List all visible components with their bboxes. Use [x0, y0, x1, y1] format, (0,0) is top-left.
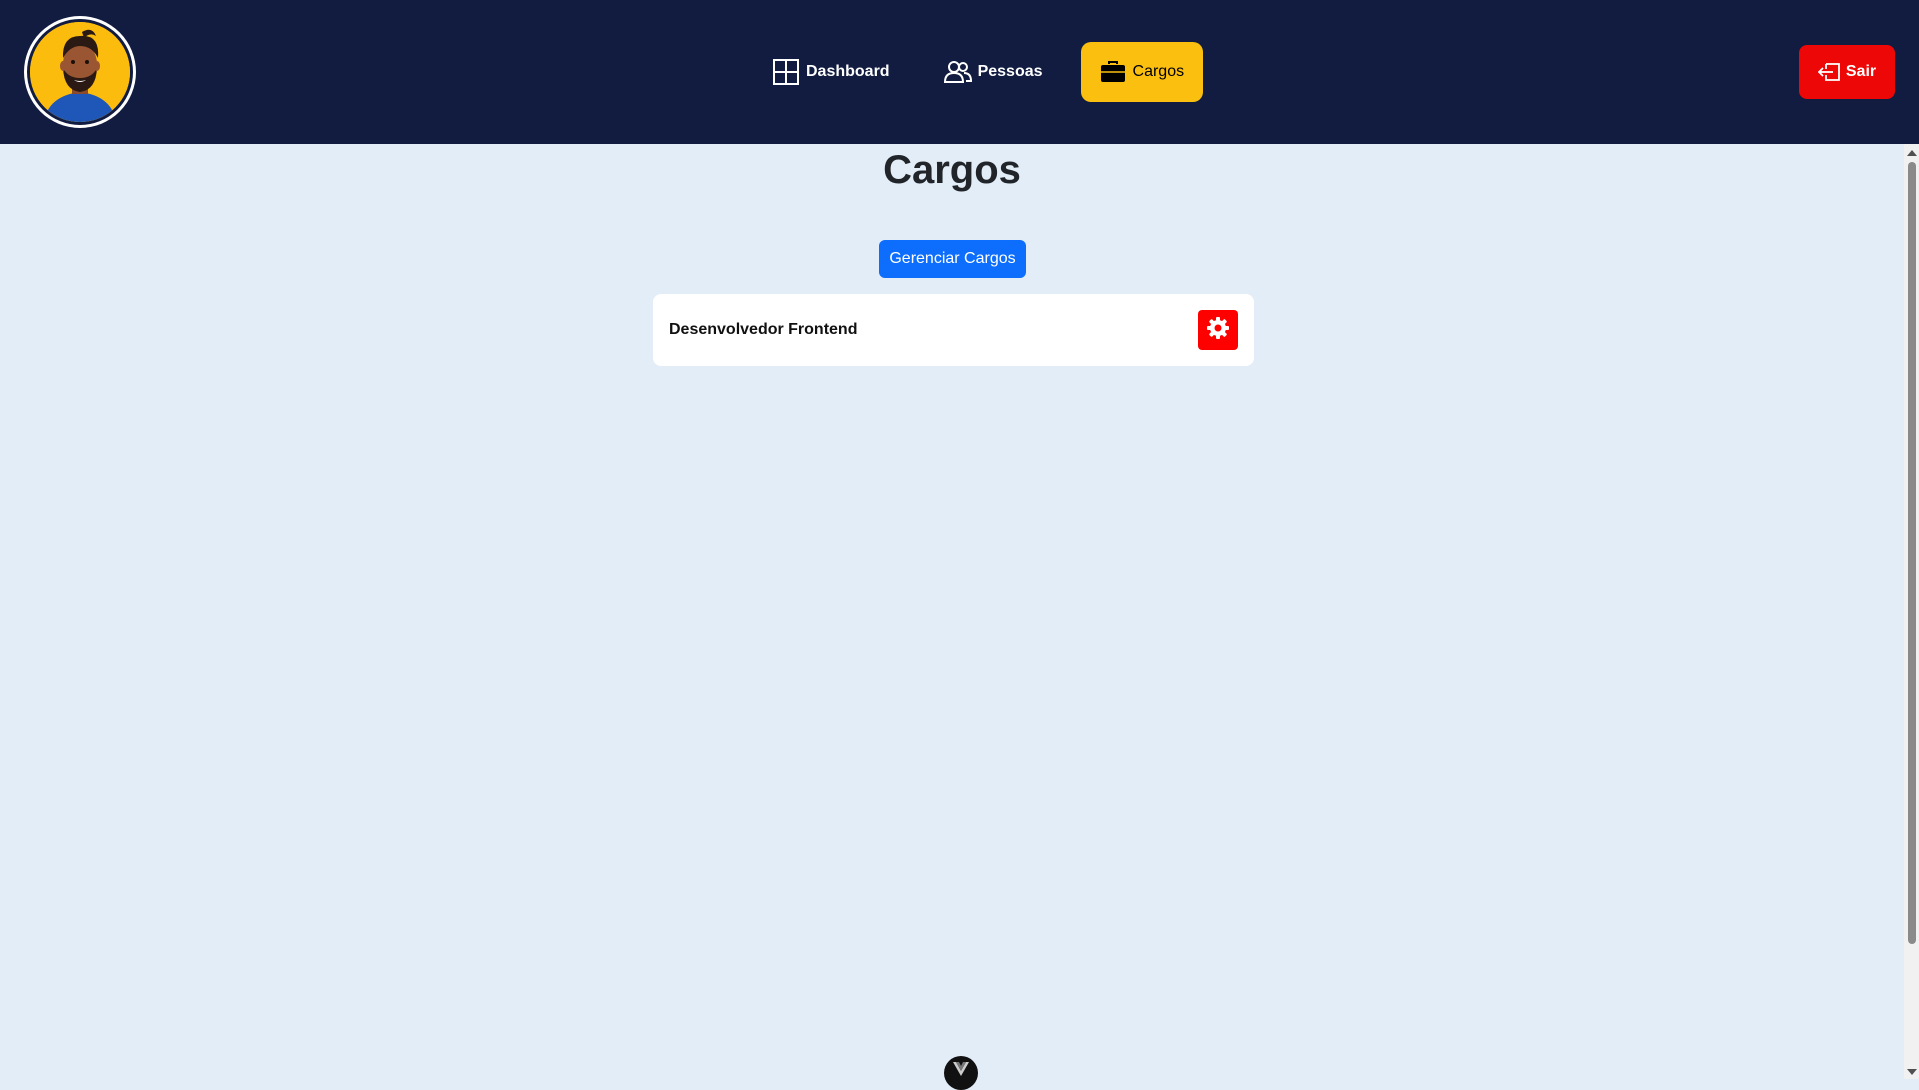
vue-devtools-toggle[interactable] [944, 1056, 978, 1090]
cargo-card: Desenvolvedor Frontend [653, 294, 1254, 366]
briefcase-icon [1099, 58, 1127, 86]
people-icon [943, 58, 972, 86]
cargo-title: Desenvolvedor Frontend [669, 321, 858, 338]
logout-icon [1817, 63, 1840, 81]
scroll-thumb[interactable] [1908, 162, 1916, 944]
top-navbar: Dashboard Pessoas Cargos Sair [0, 0, 1919, 144]
cargo-settings-button[interactable] [1198, 310, 1238, 350]
user-avatar[interactable] [24, 16, 136, 128]
nav-dashboard[interactable]: Dashboard [752, 42, 910, 102]
avatar-illustration [27, 19, 133, 125]
nav-cargos[interactable]: Cargos [1080, 42, 1203, 102]
gear-icon [1206, 316, 1230, 345]
main-nav: Dashboard Pessoas Cargos [752, 42, 1217, 102]
manage-cargos-button[interactable]: Gerenciar Cargos [879, 240, 1026, 278]
scroll-up-arrow-icon[interactable] [1907, 150, 1917, 156]
nav-pessoas-label: Pessoas [977, 63, 1043, 80]
vue-logo-icon [953, 1062, 969, 1090]
nav-cargos-label: Cargos [1132, 63, 1185, 80]
nav-dashboard-label: Dashboard [806, 63, 890, 80]
main-content: Cargos Gerenciar Cargos Desenvolvedor Fr… [0, 144, 1904, 1079]
page-title: Cargos [883, 148, 1021, 192]
vertical-scrollbar[interactable] [1904, 144, 1919, 1079]
scroll-down-arrow-icon[interactable] [1907, 1069, 1917, 1075]
nav-pessoas[interactable]: Pessoas [924, 42, 1063, 102]
logout-button[interactable]: Sair [1799, 45, 1895, 99]
logout-label: Sair [1845, 63, 1877, 80]
grid-icon [772, 58, 800, 86]
